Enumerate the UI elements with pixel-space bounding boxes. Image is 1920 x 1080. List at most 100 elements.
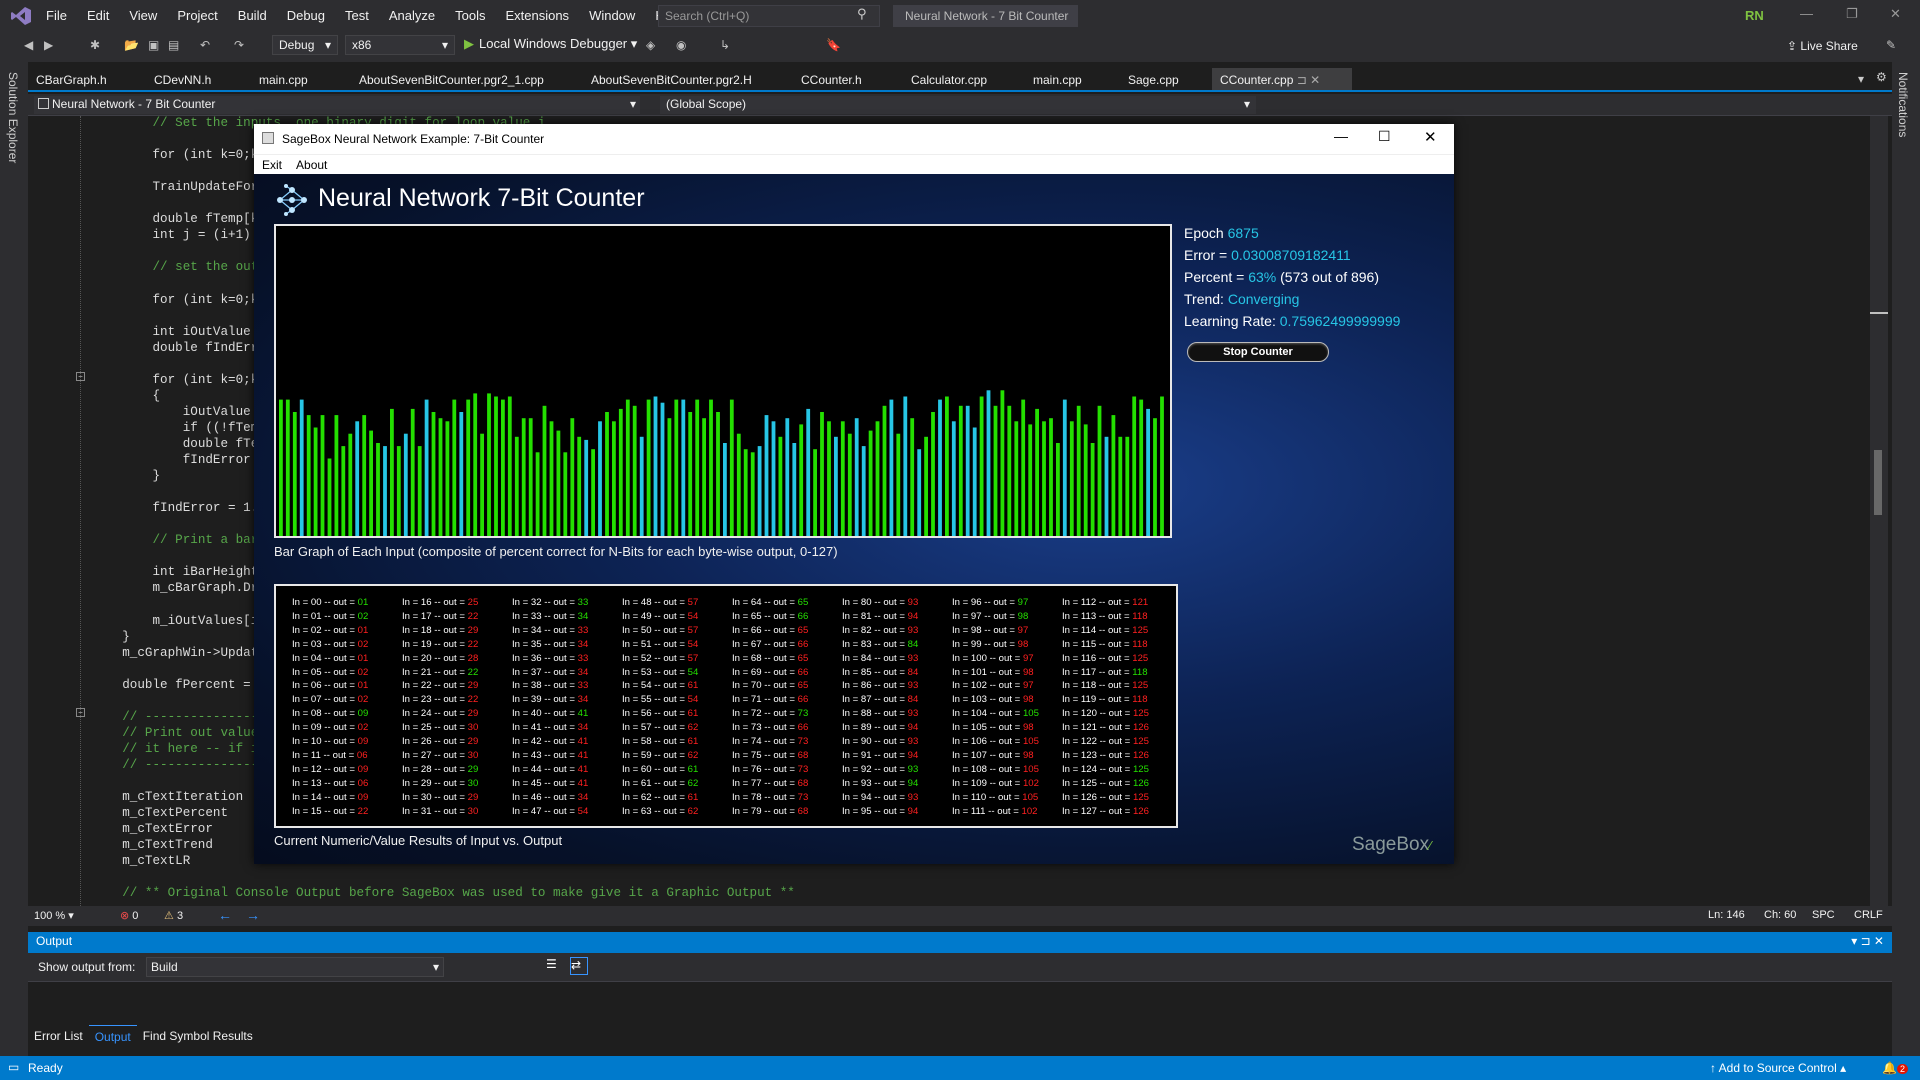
tab-ccounter-h[interactable]: CCounter.h (793, 68, 903, 90)
tab-aboutsevenbitcounter-pgr2-1-cpp[interactable]: AboutSevenBitCounter.pgr2_1.cpp (351, 68, 583, 90)
scrollbar-thumb[interactable] (1874, 450, 1882, 515)
code-line[interactable]: m_cTextPercent (92, 806, 228, 820)
start-debugging-button[interactable]: ▶ Local Windows Debugger ▾ (464, 36, 637, 52)
menu-test[interactable]: Test (335, 0, 379, 32)
tab-main-cpp[interactable]: main.cpp (1025, 68, 1120, 90)
warning-count[interactable]: ⚠ 3 (164, 909, 183, 922)
code-line[interactable]: // ** Original Console Output before Sag… (92, 886, 795, 900)
bottom-tab-output[interactable]: Output (88, 1025, 137, 1051)
code-line[interactable]: for (int k=0;k<k (92, 148, 273, 162)
code-line[interactable]: double fTemp[kBi (92, 212, 273, 226)
whitespace-mode[interactable]: SPC (1812, 909, 1835, 921)
output-source-select[interactable]: Build ▾ (146, 957, 444, 977)
output-text-area[interactable] (28, 981, 1892, 1013)
undo-icon[interactable]: ↶ (200, 38, 210, 52)
code-line[interactable]: m_iOutValues[i] (92, 614, 265, 628)
notifications-tab[interactable]: Notifications (1896, 72, 1910, 137)
line-ending[interactable]: CRLF (1854, 909, 1883, 921)
code-line[interactable]: m_cGraphWin->Update( (92, 646, 273, 660)
previous-issue-icon[interactable]: ← (218, 907, 232, 923)
live-share-button[interactable]: ⇪ Live Share (1787, 39, 1858, 53)
solution-explorer-tab[interactable]: Solution Explorer (6, 72, 20, 163)
notifications-bell-icon[interactable]: 🔔 2 (1882, 1061, 1908, 1075)
code-line[interactable]: for (int k=0;k<k (92, 373, 273, 387)
bookmark-icon[interactable]: 🔖 (826, 38, 841, 52)
code-line[interactable]: // it here -- if it (92, 742, 266, 756)
code-line[interactable]: m_cTextTrend (92, 838, 213, 852)
code-line[interactable]: int iOutValue = (92, 325, 265, 339)
code-line[interactable]: int iBarHeight = (92, 565, 273, 579)
sagebox-title-bar[interactable]: SageBox Neural Network Example: 7-Bit Co… (254, 124, 1454, 154)
new-project-icon[interactable]: ✱ (90, 38, 100, 52)
error-count[interactable]: ⊗ 0 (120, 909, 138, 922)
configuration-select[interactable]: Debug ▾ (272, 35, 338, 55)
menu-analyze[interactable]: Analyze (379, 0, 445, 32)
tab-calculator-cpp[interactable]: Calculator.cpp (903, 68, 1025, 90)
save-icon[interactable]: ▣ (148, 38, 159, 52)
menu-about[interactable]: About (296, 158, 327, 172)
settings-gear-icon[interactable]: ⚙ (1876, 70, 1887, 84)
visual-studio-logo-icon[interactable] (10, 6, 34, 26)
close-icon[interactable]: ✕ (1424, 128, 1437, 146)
stop-counter-button[interactable]: Stop Counter (1187, 342, 1329, 362)
tab-overflow-icon[interactable]: ▾ (1858, 72, 1864, 86)
redo-icon[interactable]: ↷ (234, 38, 244, 52)
code-line[interactable]: // set the outpu (92, 260, 273, 274)
restore-icon[interactable]: ❐ (1846, 6, 1858, 22)
code-line[interactable]: } (92, 630, 130, 644)
tab-main-cpp[interactable]: main.cpp (251, 68, 351, 90)
next-issue-icon[interactable]: → (246, 907, 260, 923)
attach-icon[interactable]: ◈ (646, 38, 655, 52)
search-input[interactable]: Search (Ctrl+Q) (658, 5, 880, 27)
code-line[interactable]: // ----------------- (92, 758, 273, 772)
code-line[interactable]: { (92, 389, 160, 403)
close-icon[interactable]: ✕ (1890, 6, 1901, 22)
code-line[interactable]: double fTemp (92, 437, 274, 451)
open-folder-icon[interactable]: 📂 (124, 38, 139, 52)
collapse-icon[interactable]: − (76, 708, 85, 717)
code-line[interactable]: // Print out values (92, 726, 266, 740)
back-nav-icon[interactable]: ◀ (24, 38, 33, 52)
tab-aboutsevenbitcounter-pgr2-h[interactable]: AboutSevenBitCounter.pgr2.H (583, 68, 793, 90)
tab-cbargraph-h[interactable]: CBarGraph.h (28, 68, 146, 90)
forward-nav-icon[interactable]: ▶ (44, 38, 53, 52)
bottom-tab-find-symbol-results[interactable]: Find Symbol Results (137, 1025, 259, 1051)
tab-cdevnn-h[interactable]: CDevNN.h (146, 68, 251, 90)
menu-view[interactable]: View (119, 0, 167, 32)
toggle-icon[interactable]: ⇄ (570, 957, 588, 975)
code-line[interactable]: fIndError += (92, 453, 274, 467)
code-line[interactable]: double fPercent = (c (92, 678, 273, 692)
maximize-icon[interactable]: ☐ (1378, 128, 1391, 145)
word-wrap-icon[interactable]: ☰ (546, 957, 564, 975)
project-nav-dropdown[interactable]: Neural Network - 7 Bit Counter ▾ (34, 96, 640, 114)
tab-ccounter-cpp[interactable]: CCounter.cpp ⊐ ✕ (1212, 68, 1352, 90)
menu-project[interactable]: Project (167, 0, 227, 32)
code-line[interactable]: int j = (i+1) & (92, 228, 265, 242)
close-tab-icon[interactable]: ⊐ ✕ (1293, 73, 1320, 87)
code-line[interactable]: // Print a bar f (92, 533, 273, 547)
tab-sage-cpp[interactable]: Sage.cpp (1120, 68, 1212, 90)
menu-file[interactable]: File (36, 0, 77, 32)
add-to-source-control-button[interactable]: ↑ Add to Source Control ▴ (1710, 1061, 1846, 1075)
menu-extensions[interactable]: Extensions (495, 0, 579, 32)
bottom-tab-error-list[interactable]: Error List (28, 1025, 89, 1051)
menu-build[interactable]: Build (228, 0, 277, 32)
menu-edit[interactable]: Edit (77, 0, 119, 32)
minimize-icon[interactable]: — (1800, 6, 1813, 21)
platform-select[interactable]: x86 ▾ (345, 35, 455, 55)
step-icon[interactable]: ↳ (720, 38, 730, 52)
feedback-icon[interactable]: ✎ (1886, 38, 1896, 52)
code-line[interactable]: double fIndError (92, 341, 273, 355)
code-line[interactable]: iOutValue |= (92, 405, 274, 419)
user-initials-badge[interactable]: RN (1745, 8, 1764, 23)
code-line[interactable]: if ((!fTemp[ (92, 421, 274, 435)
minimize-icon[interactable]: — (1334, 128, 1348, 144)
menu-tools[interactable]: Tools (445, 0, 495, 32)
collapse-icon[interactable]: − (76, 372, 85, 381)
menu-debug[interactable]: Debug (277, 0, 335, 32)
search-icon[interactable]: ⚲ (857, 6, 867, 22)
code-line[interactable]: m_cTextLR (92, 854, 190, 868)
code-line[interactable]: m_cTextIteration (92, 790, 243, 804)
zoom-level[interactable]: 100 % ▾ (34, 909, 74, 922)
code-line[interactable]: m_cTextError (92, 822, 213, 836)
